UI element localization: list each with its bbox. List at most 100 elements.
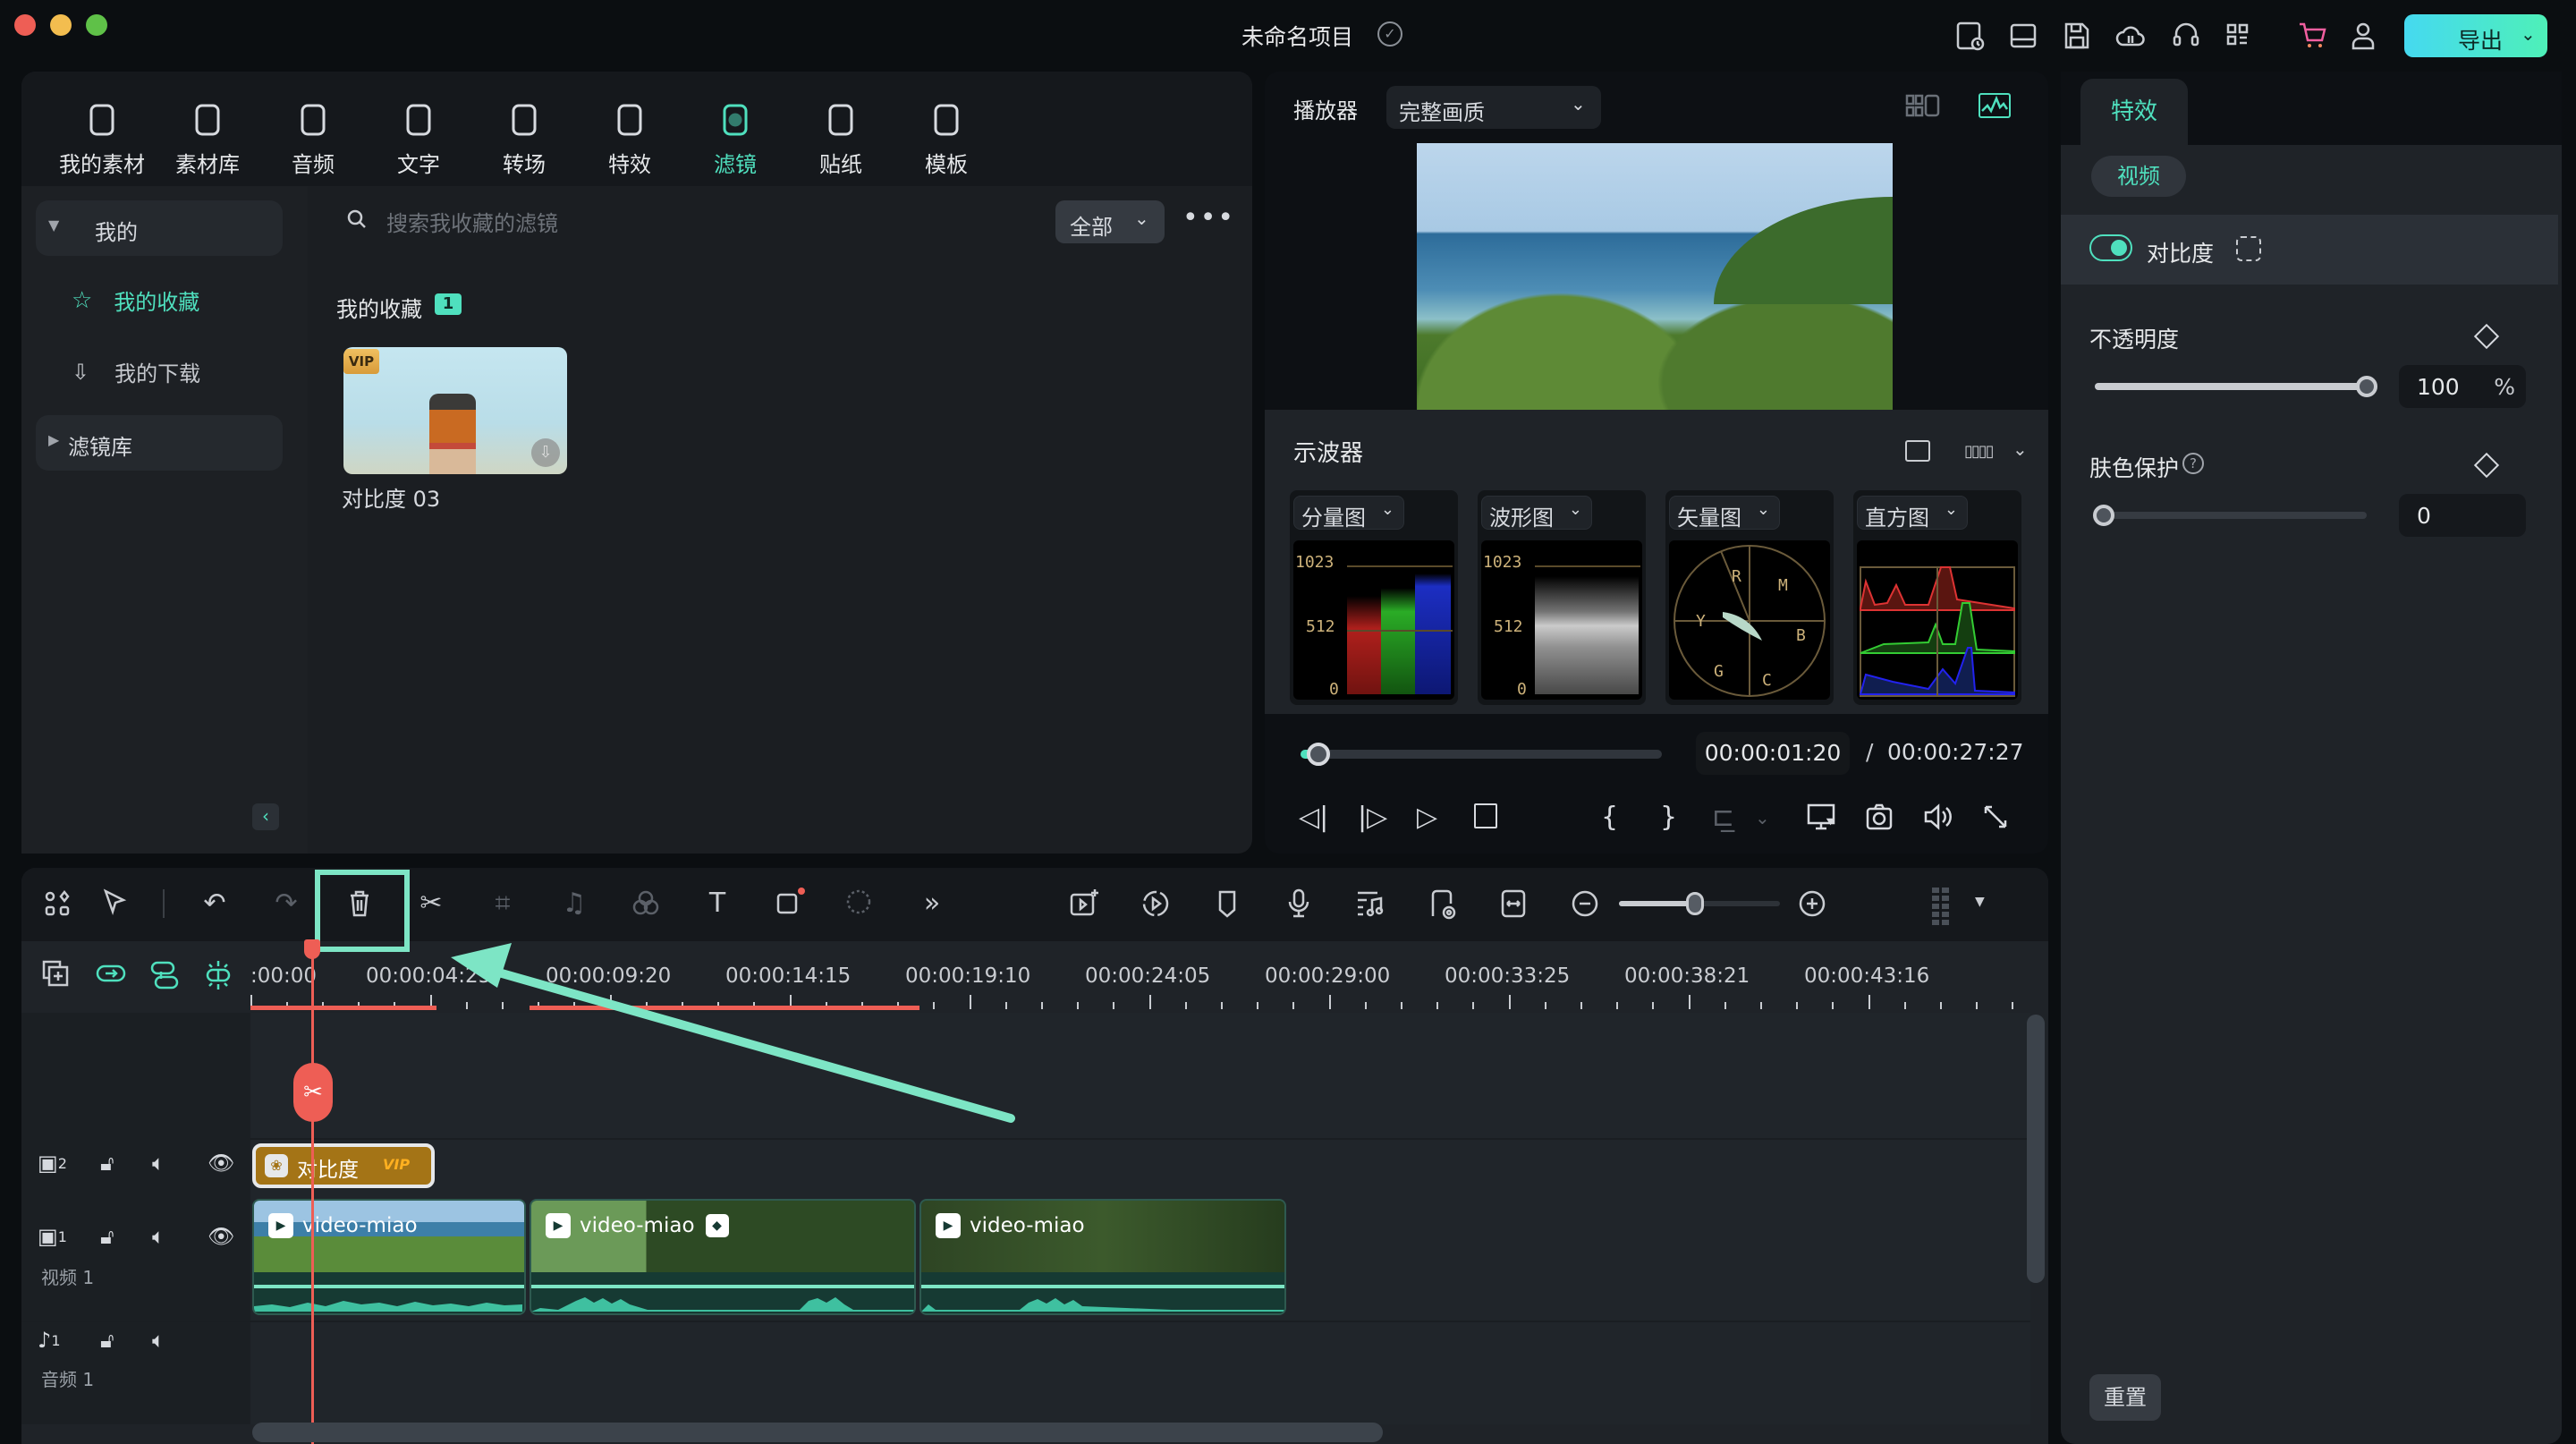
link-clips-icon[interactable] [95,959,127,988]
video-clip[interactable]: ▶ video-miao [252,1199,526,1315]
current-time[interactable]: 00:00:01:20 [1696,732,1850,775]
tab-stock-library[interactable]: 素材库 [163,100,252,178]
tab-filters[interactable]: 滤镜 [691,100,780,178]
collapse-sidebar-button[interactable]: ‹ [252,803,279,830]
scope-type-select[interactable]: 波形图 ⌄ [1481,496,1592,531]
reset-button[interactable]: 重置 [2089,1374,2161,1421]
stop-button[interactable] [1474,803,1497,828]
tab-text[interactable]: 文字 [374,100,463,178]
color-icon[interactable] [628,886,664,922]
download-icon[interactable]: ⇩ [531,438,560,467]
sidebar-group-mine[interactable]: ▼ 我的 [36,200,283,256]
crop-icon[interactable]: ⌗ [485,886,521,922]
chevron-down-icon[interactable]: ⌄ [1755,807,1770,828]
tab-effects[interactable]: 特效 [585,100,674,178]
playback-progress-handle[interactable] [1307,743,1331,766]
scope-type-select[interactable]: 分量图 ⌄ [1293,496,1404,531]
scope-layout-icon[interactable]: ▯▯▯▯ [1964,442,1995,461]
tab-sticker[interactable]: 贴纸 [796,100,886,178]
timeline-zoom-slider-handle[interactable] [1685,892,1704,915]
scope-toggle-icon[interactable] [1979,93,2011,118]
video-clip[interactable]: ▶ video-miao [919,1199,1286,1315]
lock-icon[interactable]: 🔓︎ [100,1328,114,1353]
cloud-upload-icon[interactable] [2114,20,2147,52]
screen-record-icon[interactable] [1953,20,1986,52]
minimize-window-button[interactable] [50,14,72,36]
add-track-icon[interactable] [41,959,70,988]
more-tools-icon[interactable]: » [914,886,950,922]
apps-grid-icon[interactable] [2222,20,2254,52]
tab-template[interactable]: 模板 [902,100,991,178]
chip-video[interactable]: 视频 [2091,156,2186,197]
layout-icon[interactable] [2007,20,2039,52]
cart-icon[interactable] [2297,20,2329,52]
zoom-out-icon[interactable] [1567,886,1603,922]
render-preview-icon[interactable] [1424,886,1460,922]
insert-clip-button[interactable]: ⊏̲ [1712,802,1734,833]
tab-transition[interactable]: 转场 [479,100,569,178]
split-icon[interactable]: ✂ [413,886,449,922]
user-icon[interactable] [2347,20,2379,52]
save-icon[interactable] [2061,20,2093,52]
audio-beat-icon[interactable] [1352,886,1388,922]
effect-enable-toggle[interactable] [2089,234,2132,261]
more-options-button[interactable]: ••• [1182,202,1235,234]
mask-tool-icon[interactable] [843,886,878,922]
split-at-playhead-button[interactable]: ✂ [293,1063,333,1122]
playhead-handle[interactable] [304,939,320,959]
mute-icon[interactable]: 🔈︎ [152,1328,165,1353]
grid-view-icon[interactable] [1905,93,1941,118]
mark-in-button[interactable]: { [1601,802,1618,833]
opacity-input[interactable]: 100 % [2399,365,2526,408]
shape-record-icon[interactable] [771,886,807,922]
snapshot-icon[interactable] [1866,803,1893,830]
speed-icon[interactable] [1138,886,1174,922]
volume-icon[interactable] [1923,803,1953,830]
chevron-down-icon[interactable]: ⌄ [2521,23,2536,45]
scope-type-select[interactable]: 直方图 ⌄ [1857,496,1968,531]
zoom-in-icon[interactable] [1794,886,1830,922]
skin-protect-slider-handle[interactable] [2093,505,2114,526]
lock-icon[interactable]: 🔓︎ [100,1151,114,1176]
ai-video-icon[interactable] [1066,886,1102,922]
sidebar-item-favorites[interactable]: ☆ 我的收藏 [72,285,199,316]
text-tool-icon[interactable]: T [699,886,735,922]
mark-out-button[interactable]: } [1660,802,1677,833]
mask-icon[interactable] [2236,236,2261,261]
lock-icon[interactable]: 🔓︎ [100,1224,114,1249]
select-tool-icon[interactable] [98,886,134,922]
keyframe-icon[interactable]: ◆ [705,1214,729,1237]
previous-frame-button[interactable]: ◁| [1299,802,1328,833]
play-button[interactable]: ▷ [1417,802,1437,833]
quality-select[interactable]: 完整画质 ⌄ [1386,86,1601,129]
fullscreen-icon[interactable] [1982,803,2009,830]
snap-icon[interactable] [148,959,181,991]
redo-icon[interactable]: ↷ [268,886,304,922]
tab-audio[interactable]: 音频 [268,100,358,178]
timeline-vertical-scrollbar[interactable] [2027,1015,2045,1283]
magnetic-icon[interactable] [202,959,234,991]
filter-scope-select[interactable]: 全部 ⌄ [1055,200,1165,243]
video-preview[interactable] [1417,143,1893,410]
skin-protect-input[interactable]: 0 [2399,494,2526,537]
tab-my-media[interactable]: 我的素材 [57,100,147,178]
help-icon[interactable]: ? [2182,453,2204,474]
next-frame-button[interactable]: |▷ [1358,802,1387,833]
opacity-slider-handle[interactable] [2356,376,2377,397]
scope-type-select[interactable]: 矢量图 ⌄ [1669,496,1780,531]
fit-icon[interactable] [1496,886,1531,922]
visibility-icon[interactable]: 👁︎ [208,1151,234,1176]
filter-thumbnail[interactable]: VIP ⇩ [343,347,567,474]
grid-menu-icon[interactable] [1923,886,1959,925]
search-input[interactable] [386,206,923,242]
playhead[interactable] [311,950,314,1444]
undo-icon[interactable]: ↶ [197,886,233,922]
effect-clip[interactable]: ❀ 对比度 VIP [252,1143,435,1188]
popout-icon[interactable] [1905,440,1930,462]
export-button[interactable]: 导出 ⌄ [2404,14,2547,57]
caret-down-icon[interactable]: ▼ [1975,895,1985,909]
sidebar-item-downloads[interactable]: ⇩ 我的下载 [72,356,200,387]
sidebar-group-filter-library[interactable]: ▶ 滤镜库 [36,415,283,471]
headset-support-icon[interactable] [2170,20,2202,52]
mute-icon[interactable]: 🔈︎ [152,1224,165,1249]
